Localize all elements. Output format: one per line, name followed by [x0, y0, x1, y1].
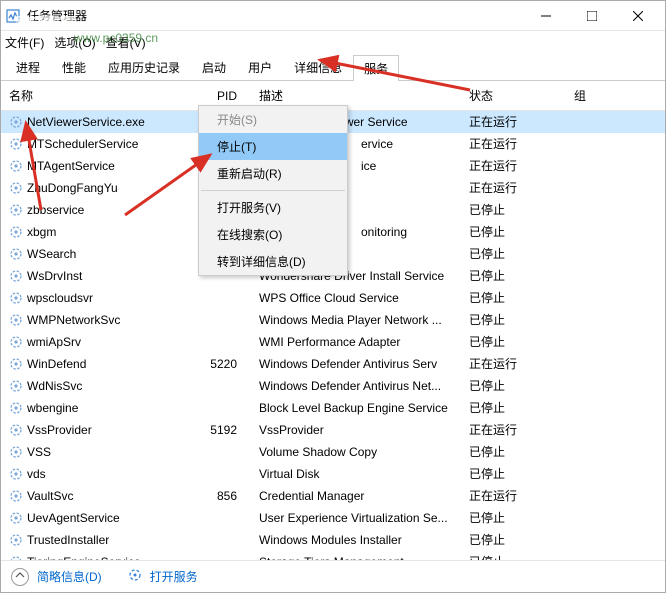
gear-icon — [9, 115, 23, 129]
col-header-name[interactable]: 名称 — [1, 81, 196, 111]
gear-icon — [9, 225, 23, 239]
tab-6[interactable]: 服务 — [353, 55, 399, 81]
table-row[interactable]: wpscloudsvrWPS Office Cloud Service已停止 — [1, 287, 665, 309]
table-row[interactable]: TrustedInstallerWindows Modules Installe… — [1, 529, 665, 551]
gear-icon — [9, 313, 23, 327]
services-table-wrap[interactable]: 名称 PID 描述 状态 组 NetViewerService.exe7356A… — [1, 81, 665, 560]
gear-icon — [9, 379, 23, 393]
menubar: 文件(F) 选项(O) 查看(V) — [1, 31, 665, 53]
tab-1[interactable]: 性能 — [51, 54, 97, 80]
gear-icon — [9, 533, 23, 547]
tab-strip: 进程性能应用历史记录启动用户详细信息服务 — [1, 53, 665, 81]
fewer-details-link[interactable]: 简略信息(D) — [37, 568, 102, 585]
gear-icon — [9, 335, 23, 349]
table-row[interactable]: TioringEngineServiceStorage Tiers Manage… — [1, 551, 665, 560]
table-row[interactable]: VaultSvc856Credential Manager正在运行 — [1, 485, 665, 507]
chevron-down-icon — [15, 572, 25, 582]
tab-2[interactable]: 应用历史记录 — [97, 54, 191, 80]
gear-icon — [9, 181, 23, 195]
gear-icon — [9, 555, 23, 560]
minimize-button[interactable] — [523, 1, 569, 31]
context-menu: 开始(S) 停止(T) 重新启动(R) 打开服务(V) 在线搜索(O) 转到详细… — [198, 105, 348, 276]
menu-item-search-online[interactable]: 在线搜索(O) — [199, 221, 347, 248]
menu-view[interactable]: 查看(V) — [106, 34, 146, 51]
gear-icon — [9, 401, 23, 415]
gear-icon — [9, 445, 23, 459]
maximize-icon — [587, 11, 597, 21]
services-link-icon — [128, 568, 142, 585]
window-title: 任务管理器 — [27, 7, 523, 24]
gear-icon — [9, 467, 23, 481]
maximize-button[interactable] — [569, 1, 615, 31]
close-button[interactable] — [615, 1, 661, 31]
gear-icon — [9, 423, 23, 437]
app-icon — [5, 8, 21, 24]
gear-icon — [9, 203, 23, 217]
menu-options[interactable]: 选项(O) — [54, 34, 95, 51]
table-row[interactable]: UevAgentServiceUser Experience Virtualiz… — [1, 507, 665, 529]
gear-icon — [9, 159, 23, 173]
menu-item-goto-details[interactable]: 转到详细信息(D) — [199, 248, 347, 275]
statusbar: 简略信息(D) 打开服务 — [1, 560, 665, 592]
open-services-link[interactable]: 打开服务 — [150, 568, 198, 585]
table-row[interactable]: WdNisSvcWindows Defender Antivirus Net..… — [1, 375, 665, 397]
menu-item-start: 开始(S) — [199, 106, 347, 133]
gear-icon — [9, 511, 23, 525]
menu-item-stop[interactable]: 停止(T) — [199, 133, 347, 160]
table-row[interactable]: wbengineBlock Level Backup Engine Servic… — [1, 397, 665, 419]
col-header-status[interactable]: 状态 — [461, 81, 566, 111]
table-row[interactable]: wmiApSrvWMI Performance Adapter已停止 — [1, 331, 665, 353]
minimize-icon — [541, 11, 551, 21]
menu-item-restart[interactable]: 重新启动(R) — [199, 160, 347, 187]
gear-icon — [9, 269, 23, 283]
close-icon — [633, 11, 643, 21]
table-row[interactable]: VssProvider5192VssProvider正在运行 — [1, 419, 665, 441]
tab-3[interactable]: 启动 — [191, 54, 237, 80]
task-manager-window: 任务管理器 文件(F) 选项(O) 查看(V) 进程性能应用历史记录启动用户详细… — [0, 0, 666, 593]
table-row[interactable]: WMPNetworkSvcWindows Media Player Networ… — [1, 309, 665, 331]
gear-icon — [9, 247, 23, 261]
menu-file[interactable]: 文件(F) — [5, 34, 44, 51]
fewer-details-toggle[interactable] — [11, 568, 29, 586]
tab-0[interactable]: 进程 — [5, 54, 51, 80]
gear-icon — [9, 489, 23, 503]
gear-icon — [9, 357, 23, 371]
col-header-group[interactable]: 组 — [566, 81, 665, 111]
gear-icon — [9, 291, 23, 305]
tab-4[interactable]: 用户 — [237, 54, 283, 80]
tab-5[interactable]: 详细信息 — [283, 54, 353, 80]
menu-item-open-services[interactable]: 打开服务(V) — [199, 194, 347, 221]
menu-separator — [201, 190, 345, 191]
table-row[interactable]: WinDefend5220Windows Defender Antivirus … — [1, 353, 665, 375]
titlebar: 任务管理器 — [1, 1, 665, 31]
table-row[interactable]: VSSVolume Shadow Copy已停止 — [1, 441, 665, 463]
gear-icon — [9, 137, 23, 151]
table-row[interactable]: vdsVirtual Disk已停止 — [1, 463, 665, 485]
